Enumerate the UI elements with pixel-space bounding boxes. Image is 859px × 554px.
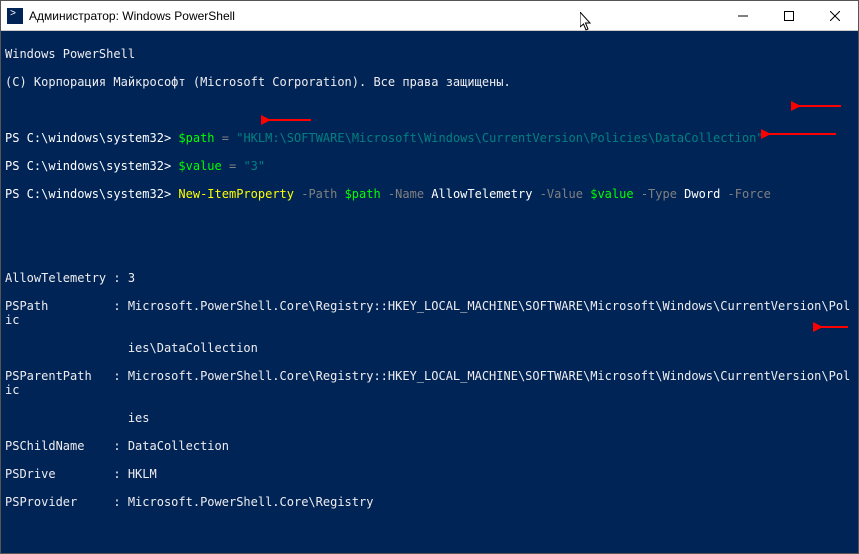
string-value: "3"	[243, 159, 265, 173]
blank-line	[5, 523, 854, 537]
output-line: PSParentPath : Microsoft.PowerShell.Core…	[5, 369, 854, 397]
variable-path: $path	[178, 131, 214, 145]
string-value: "HKLM:\SOFTWARE\Microsoft\Windows\Curren…	[236, 131, 763, 145]
prompt: PS C:\windows\system32>	[5, 159, 171, 173]
output-line: ies\DataCollection	[5, 341, 854, 355]
name-value: AllowTelemetry	[431, 187, 532, 201]
output-line: ies	[5, 411, 854, 425]
powershell-icon	[7, 8, 23, 24]
blank-line	[5, 551, 854, 553]
window-title: Администратор: Windows PowerShell	[29, 9, 720, 23]
terminal-pane[interactable]: Windows PowerShell (C) Корпорация Майкро…	[1, 31, 858, 553]
powershell-window: Администратор: Windows PowerShell Window…	[0, 0, 859, 554]
window-controls	[720, 1, 858, 30]
blank-line	[5, 215, 854, 229]
variable-value: $value	[590, 187, 633, 201]
cmdlet-name: New-ItemProperty	[178, 187, 294, 201]
blank-line	[5, 243, 854, 257]
command-line-3: PS C:\windows\system32> New-ItemProperty…	[5, 187, 854, 201]
opt-path: -Path	[294, 187, 345, 201]
opt-value: -Value	[532, 187, 590, 201]
minimize-button[interactable]	[720, 1, 766, 30]
close-button[interactable]	[812, 1, 858, 30]
output-line: PSDrive : HKLM	[5, 467, 854, 481]
opt-name: -Name	[381, 187, 432, 201]
terminal-copyright: (C) Корпорация Майкрософт (Microsoft Cor…	[5, 75, 854, 89]
terminal-header: Windows PowerShell	[5, 47, 854, 61]
blank-line	[5, 103, 854, 117]
command-line-1: PS C:\windows\system32> $path = "HKLM:\S…	[5, 131, 854, 145]
equals: =	[215, 131, 237, 145]
command-line-2: PS C:\windows\system32> $value = "3"	[5, 159, 854, 173]
opt-type: -Type	[634, 187, 685, 201]
variable-path: $path	[345, 187, 381, 201]
output-line: AllowTelemetry : 3	[5, 271, 854, 285]
opt-force: -Force	[720, 187, 771, 201]
equals: =	[222, 159, 244, 173]
type-value: Dword	[684, 187, 720, 201]
prompt: PS C:\windows\system32>	[5, 187, 171, 201]
output-line: PSPath : Microsoft.PowerShell.Core\Regis…	[5, 299, 854, 327]
variable-value: $value	[178, 159, 221, 173]
output-line: PSProvider : Microsoft.PowerShell.Core\R…	[5, 495, 854, 509]
output-line: PSChildName : DataCollection	[5, 439, 854, 453]
titlebar: Администратор: Windows PowerShell	[1, 1, 858, 31]
prompt: PS C:\windows\system32>	[5, 131, 171, 145]
maximize-button[interactable]	[766, 1, 812, 30]
